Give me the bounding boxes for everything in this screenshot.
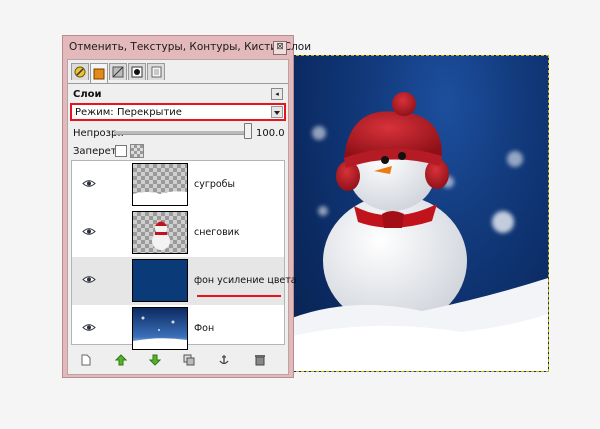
anchor-layer-button[interactable] (217, 353, 231, 367)
tab-layers[interactable] (90, 63, 108, 83)
layer-row[interactable]: Фон (72, 305, 284, 353)
mode-value: Перекрытие (117, 107, 182, 118)
tab-undo-history[interactable] (147, 63, 165, 80)
dock-content: Слои ◂ Режим: Перекрытие Непрозр.: 100.0… (67, 59, 297, 375)
eye-icon[interactable] (82, 323, 96, 332)
layer-row-selected[interactable]: фон усиление цвета (72, 257, 297, 305)
layer-row[interactable]: снеговик (72, 209, 284, 257)
opacity-slider-thumb[interactable] (244, 123, 252, 139)
eye-icon[interactable] (82, 179, 96, 188)
paths-icon (131, 66, 143, 78)
highlight-underline (197, 295, 281, 297)
tab-divider (68, 83, 288, 84)
close-button[interactable]: ⊠ (273, 41, 287, 55)
lock-pixels-checkbox[interactable] (115, 145, 127, 157)
layers-icon (93, 68, 105, 79)
new-layer-button[interactable] (79, 353, 93, 367)
dock-tabs (71, 63, 166, 83)
tab-channels[interactable] (109, 63, 127, 80)
snowdrift-thumbnail-art (133, 191, 187, 205)
lock-alpha-icon[interactable] (130, 144, 144, 158)
mode-label: Режим: (75, 107, 114, 118)
window-titlebar[interactable]: Отменить, Текстуры, Контуры, Кисти, Слои… (63, 36, 311, 58)
duplicate-layer-icon (183, 354, 195, 366)
opacity-value[interactable]: 100.0 (256, 128, 285, 139)
delete-layer-icon (255, 355, 265, 366)
tab-paint-tools[interactable] (71, 63, 89, 80)
layer-name[interactable]: Фон (194, 323, 214, 334)
layer-thumbnail[interactable] (132, 307, 188, 350)
raise-layer-button[interactable] (114, 353, 128, 367)
opacity-slider-fill (114, 131, 248, 134)
panel-menu-button[interactable]: ◂ (271, 88, 283, 100)
layer-name[interactable]: фон усиление цвета (194, 275, 297, 286)
paint-tools-icon (74, 66, 86, 78)
eye-icon[interactable] (82, 275, 96, 284)
mode-selector[interactable]: Режим: Перекрытие (70, 103, 286, 121)
layer-thumbnail[interactable] (132, 259, 188, 302)
duplicate-layer-button[interactable] (182, 353, 196, 367)
layer-name[interactable]: сугробы (194, 179, 235, 190)
channels-icon (112, 66, 124, 78)
image-canvas[interactable] (291, 55, 549, 372)
anchor-layer-icon (219, 355, 229, 365)
dock-window: Отменить, Текстуры, Контуры, Кисти, Слои… (62, 35, 311, 378)
tab-paths[interactable] (128, 63, 146, 80)
layer-row[interactable]: сугробы (72, 161, 284, 209)
raise-layer-icon (115, 354, 127, 366)
lower-layer-button[interactable] (148, 353, 162, 367)
layer-list: сугробы снеговик фон усиление цвета Фон (71, 160, 297, 350)
lower-layer-icon (149, 354, 161, 366)
background-thumbnail-art (133, 316, 187, 349)
layer-thumbnail[interactable] (132, 211, 188, 254)
layers-panel-title: Слои (73, 89, 102, 100)
layer-name[interactable]: снеговик (194, 227, 240, 238)
layer-thumbnail[interactable] (132, 163, 188, 206)
delete-layer-button[interactable] (253, 353, 267, 367)
undo-history-icon (151, 66, 162, 78)
snowman-thumbnail-art (152, 221, 170, 250)
layer-actions-bar (71, 350, 285, 370)
new-layer-icon (81, 354, 91, 366)
chevron-down-icon[interactable] (271, 106, 283, 118)
eye-icon[interactable] (82, 227, 96, 236)
snowman-artwork (292, 92, 548, 371)
